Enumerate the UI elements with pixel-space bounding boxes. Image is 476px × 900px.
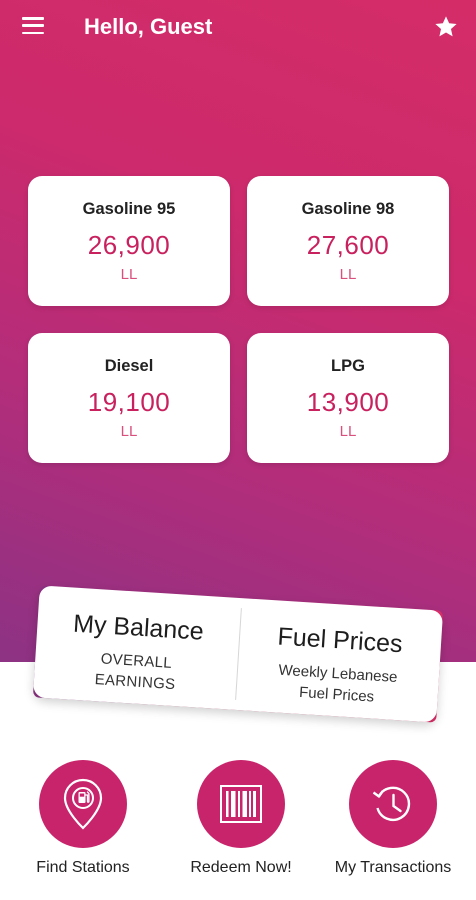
fuel-name: Diesel: [104, 357, 154, 375]
price-card-lpg[interactable]: LPG 13,900 LL: [247, 333, 449, 463]
fuel-name: Gasoline 98: [301, 200, 395, 218]
my-balance-button[interactable]: My Balance OVERALL EARNINGS: [33, 585, 242, 709]
my-transactions-circle: [349, 760, 437, 848]
fuel-prices-subtitle-line1: Weekly Lebanese: [278, 661, 398, 687]
my-transactions-button[interactable]: My Transactions: [318, 760, 468, 877]
price-card-gasoline-98[interactable]: Gasoline 98 27,600 LL: [247, 176, 449, 306]
price-card-diesel[interactable]: Diesel 19,100 LL: [28, 333, 230, 463]
redeem-now-button[interactable]: Redeem Now!: [166, 760, 316, 877]
balance-subtitle-line2: EARNINGS: [94, 671, 176, 694]
redeem-now-circle: [197, 760, 285, 848]
barcode-icon: [220, 785, 262, 823]
balance-title: My Balance: [72, 609, 205, 646]
balance-subtitle: OVERALL EARNINGS: [34, 644, 238, 699]
find-stations-circle: [39, 760, 127, 848]
currency-unit: LL: [339, 266, 357, 283]
top-app-bar: Hello, Guest: [0, 0, 476, 56]
fuel-price: 19,100: [87, 387, 171, 417]
fuel-name: Gasoline 95: [82, 200, 176, 218]
price-card-gasoline-95[interactable]: Gasoline 95 26,900 LL: [28, 176, 230, 306]
fuel-prices-button[interactable]: Fuel Prices Weekly Lebanese Fuel Prices: [234, 598, 443, 722]
find-stations-label: Find Stations: [36, 859, 130, 876]
my-transactions-label: My Transactions: [334, 859, 452, 876]
currency-unit: LL: [339, 423, 357, 440]
balance-subtitle-line1: OVERALL: [100, 650, 173, 672]
fuel-price: 26,900: [87, 230, 171, 260]
find-stations-button[interactable]: Find Stations: [8, 760, 158, 877]
redeem-now-label: Redeem Now!: [190, 859, 292, 876]
fuel-name: LPG: [331, 357, 365, 375]
hamburger-menu-icon[interactable]: [22, 17, 44, 35]
fuel-prices-title: Fuel Prices: [276, 622, 404, 659]
fuel-prices-subtitle: Weekly Lebanese Fuel Prices: [235, 657, 439, 712]
currency-unit: LL: [120, 266, 138, 283]
star-icon[interactable]: [433, 14, 459, 40]
fuel-prices-subtitle-line2: Fuel Prices: [298, 683, 375, 706]
hero-background: [0, 0, 476, 662]
fuel-price: 13,900: [306, 387, 390, 417]
greeting-title: Hello, Guest: [84, 14, 213, 39]
fuel-location-pin-icon: [63, 778, 103, 830]
fuel-price: 27,600: [306, 230, 390, 260]
currency-unit: LL: [120, 423, 138, 440]
history-clock-icon: [372, 786, 411, 821]
